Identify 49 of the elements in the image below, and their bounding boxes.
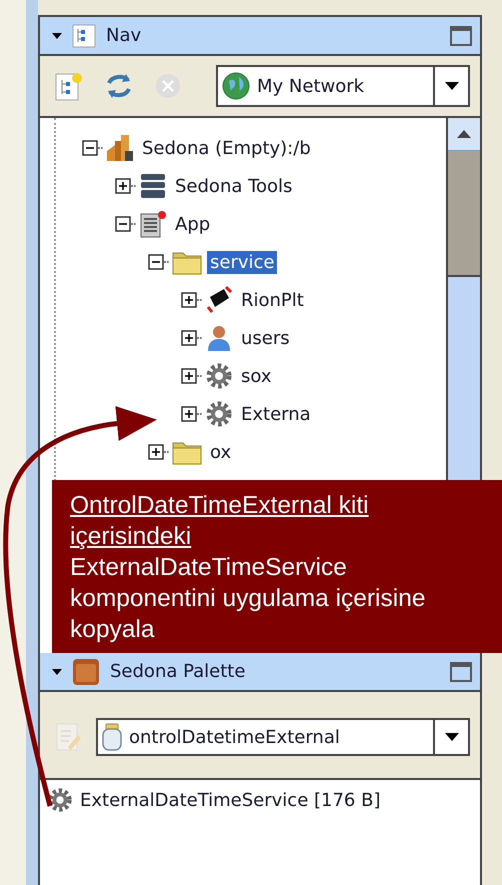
network-value: My Network <box>257 76 366 96</box>
dropdown-icon[interactable] <box>52 32 62 38</box>
chip-icon <box>204 285 234 315</box>
caret-icon <box>444 82 458 90</box>
server-icon <box>138 171 168 201</box>
panel-title: Nav <box>106 25 142 46</box>
tree-item[interactable]: Sedona Tools <box>172 174 296 198</box>
palette-icon <box>72 658 100 686</box>
close-icon <box>154 72 182 100</box>
kit-value: ontrolDatetimeExternal <box>129 726 341 748</box>
building-icon <box>105 133 135 163</box>
document-icon <box>138 209 168 239</box>
edit-icon <box>54 721 82 753</box>
tree-item[interactable]: service <box>207 250 278 274</box>
gear-icon <box>204 399 234 429</box>
tree-toggle[interactable] <box>148 444 164 460</box>
panel-title: Sedona Palette <box>110 661 246 682</box>
kit-dropdown[interactable]: ontrolDatetimeExternal <box>96 718 470 756</box>
scroll-up-button[interactable] <box>448 118 480 151</box>
callout-link[interactable]: OntrolDateTimeExternal kiti içerisindeki <box>70 490 420 552</box>
tree-item[interactable]: ox <box>207 440 234 464</box>
jar-icon <box>101 722 123 752</box>
maximize-icon[interactable] <box>450 662 472 682</box>
tree-item[interactable]: Externa <box>238 402 314 426</box>
tree-item[interactable]: users <box>238 326 293 350</box>
tree-toggle[interactable] <box>181 330 197 346</box>
tree-toggle[interactable] <box>181 292 197 308</box>
tree-item[interactable]: App <box>172 212 214 236</box>
tree-toggle[interactable] <box>181 368 197 384</box>
scroll-thumb[interactable] <box>448 151 480 277</box>
dropdown-icon[interactable] <box>52 668 62 674</box>
callout-text: ExternalDateTimeService komponentini uygulama içerisine kopyala <box>70 553 426 645</box>
tree-item[interactable]: RionPlt <box>238 288 307 312</box>
tree-icon <box>72 24 96 48</box>
maximize-icon[interactable] <box>450 26 472 46</box>
tree-toggle[interactable] <box>148 254 164 270</box>
tree-toggle[interactable] <box>181 406 197 422</box>
palette-item[interactable]: ExternalDateTimeService [176 B] <box>80 790 380 810</box>
tree-toggle[interactable] <box>115 216 131 232</box>
tree-toggle[interactable] <box>82 140 98 156</box>
tree-toggle[interactable] <box>115 178 131 194</box>
tree-item[interactable]: sox <box>238 364 274 388</box>
gear-icon <box>204 361 234 391</box>
caret-icon <box>444 733 458 741</box>
tree-item[interactable]: Sedona (Empty):/b <box>139 136 314 160</box>
new-tree-icon[interactable] <box>54 70 84 102</box>
caret-icon <box>457 130 471 138</box>
network-dropdown[interactable]: My Network <box>216 65 470 107</box>
globe-icon <box>221 71 251 101</box>
